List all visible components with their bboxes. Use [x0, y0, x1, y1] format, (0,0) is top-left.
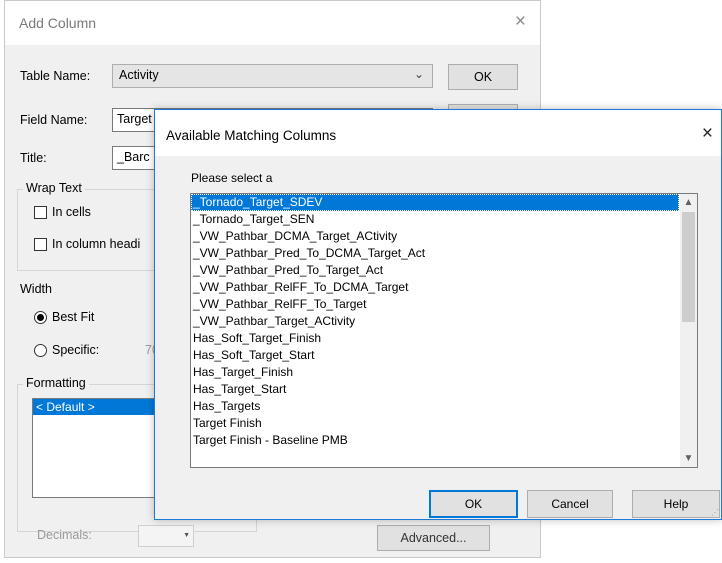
available-matching-columns-dialog: Available Matching Columns × Please sele… [154, 109, 722, 520]
list-item[interactable]: _Tornado_Target_SEN [191, 211, 679, 228]
decimals-label: Decimals: [37, 528, 92, 542]
chevron-down-icon: ⌄ [413, 67, 424, 81]
table-name-label: Table Name: [20, 69, 91, 83]
list-item[interactable]: _VW_Pathbar_RelFF_To_DCMA_Target [191, 279, 679, 296]
help-button[interactable]: Help [632, 490, 720, 518]
list-item[interactable]: _VW_Pathbar_Pred_To_DCMA_Target_Act [191, 245, 679, 262]
add-column-titlebar: Add Column × [5, 1, 540, 45]
scroll-thumb[interactable] [682, 212, 695, 322]
advanced-button[interactable]: Advanced... [377, 525, 490, 551]
in-cells-label: In cells [52, 205, 91, 219]
in-column-heading-label: In column headi [52, 237, 141, 251]
list-item[interactable]: Has_Soft_Target_Start [191, 347, 679, 364]
formatting-group-title: Formatting [23, 376, 89, 390]
add-column-title: Add Column [19, 15, 97, 31]
list-items: _Tornado_Target_SDEV _Tornado_Target_SEN _… [191, 194, 679, 449]
list-item[interactable]: Has_Soft_Target_Finish [191, 330, 679, 347]
resize-grip-icon[interactable]: ⋰ [711, 508, 719, 517]
decimals-select[interactable]: ▼ [138, 525, 194, 547]
format-list-item[interactable]: < Default > [33, 399, 156, 415]
matching-columns-title: Available Matching Columns [166, 128, 337, 143]
specific-label: Specific: [52, 343, 100, 357]
chevron-down-icon: ▼ [183, 532, 190, 539]
close-icon[interactable]: × [515, 12, 526, 31]
field-name-label: Field Name: [20, 113, 88, 127]
matching-columns-titlebar: Available Matching Columns × [155, 110, 721, 156]
vertical-scrollbar[interactable]: ▲ ▼ [680, 194, 697, 467]
in-column-heading-checkbox[interactable] [34, 238, 47, 251]
width-group-title: Width [20, 282, 52, 296]
list-item[interactable]: _VW_Pathbar_RelFF_To_Target [191, 296, 679, 313]
list-item[interactable]: _Tornado_Target_SDEV [191, 194, 679, 211]
ok-button[interactable]: OK [448, 64, 518, 90]
list-item[interactable]: _VW_Pathbar_Pred_To_Target_Act [191, 262, 679, 279]
select-prompt: Please select a [191, 171, 273, 185]
list-item[interactable]: _VW_Pathbar_Target_ACtivity [191, 313, 679, 330]
list-item[interactable]: _VW_Pathbar_DCMA_Target_ACtivity [191, 228, 679, 245]
cancel-button[interactable]: Cancel [527, 490, 613, 518]
format-list[interactable]: < Default > [32, 398, 157, 498]
list-item[interactable]: Target Finish [191, 415, 679, 432]
scroll-down-icon[interactable]: ▼ [680, 450, 697, 467]
list-item[interactable]: Has_Target_Finish [191, 364, 679, 381]
list-item[interactable]: Has_Target_Start [191, 381, 679, 398]
ok-button[interactable]: OK [429, 490, 518, 518]
best-fit-label: Best Fit [52, 310, 95, 324]
wrap-text-group-title: Wrap Text [23, 181, 85, 195]
table-name-value: Activity [119, 68, 159, 82]
matching-columns-list[interactable]: _Tornado_Target_SDEV _Tornado_Target_SEN _… [190, 193, 698, 468]
table-name-select[interactable]: Activity ⌄ [112, 64, 433, 88]
in-cells-checkbox[interactable] [34, 206, 47, 219]
best-fit-radio[interactable] [34, 311, 47, 324]
scroll-up-icon[interactable]: ▲ [680, 194, 697, 211]
list-item[interactable]: Target Finish - Baseline PMB [191, 432, 679, 449]
specific-radio[interactable] [34, 344, 47, 357]
list-item[interactable]: Has_Targets [191, 398, 679, 415]
close-icon[interactable]: × [702, 124, 713, 143]
title-label: Title: [20, 151, 47, 165]
